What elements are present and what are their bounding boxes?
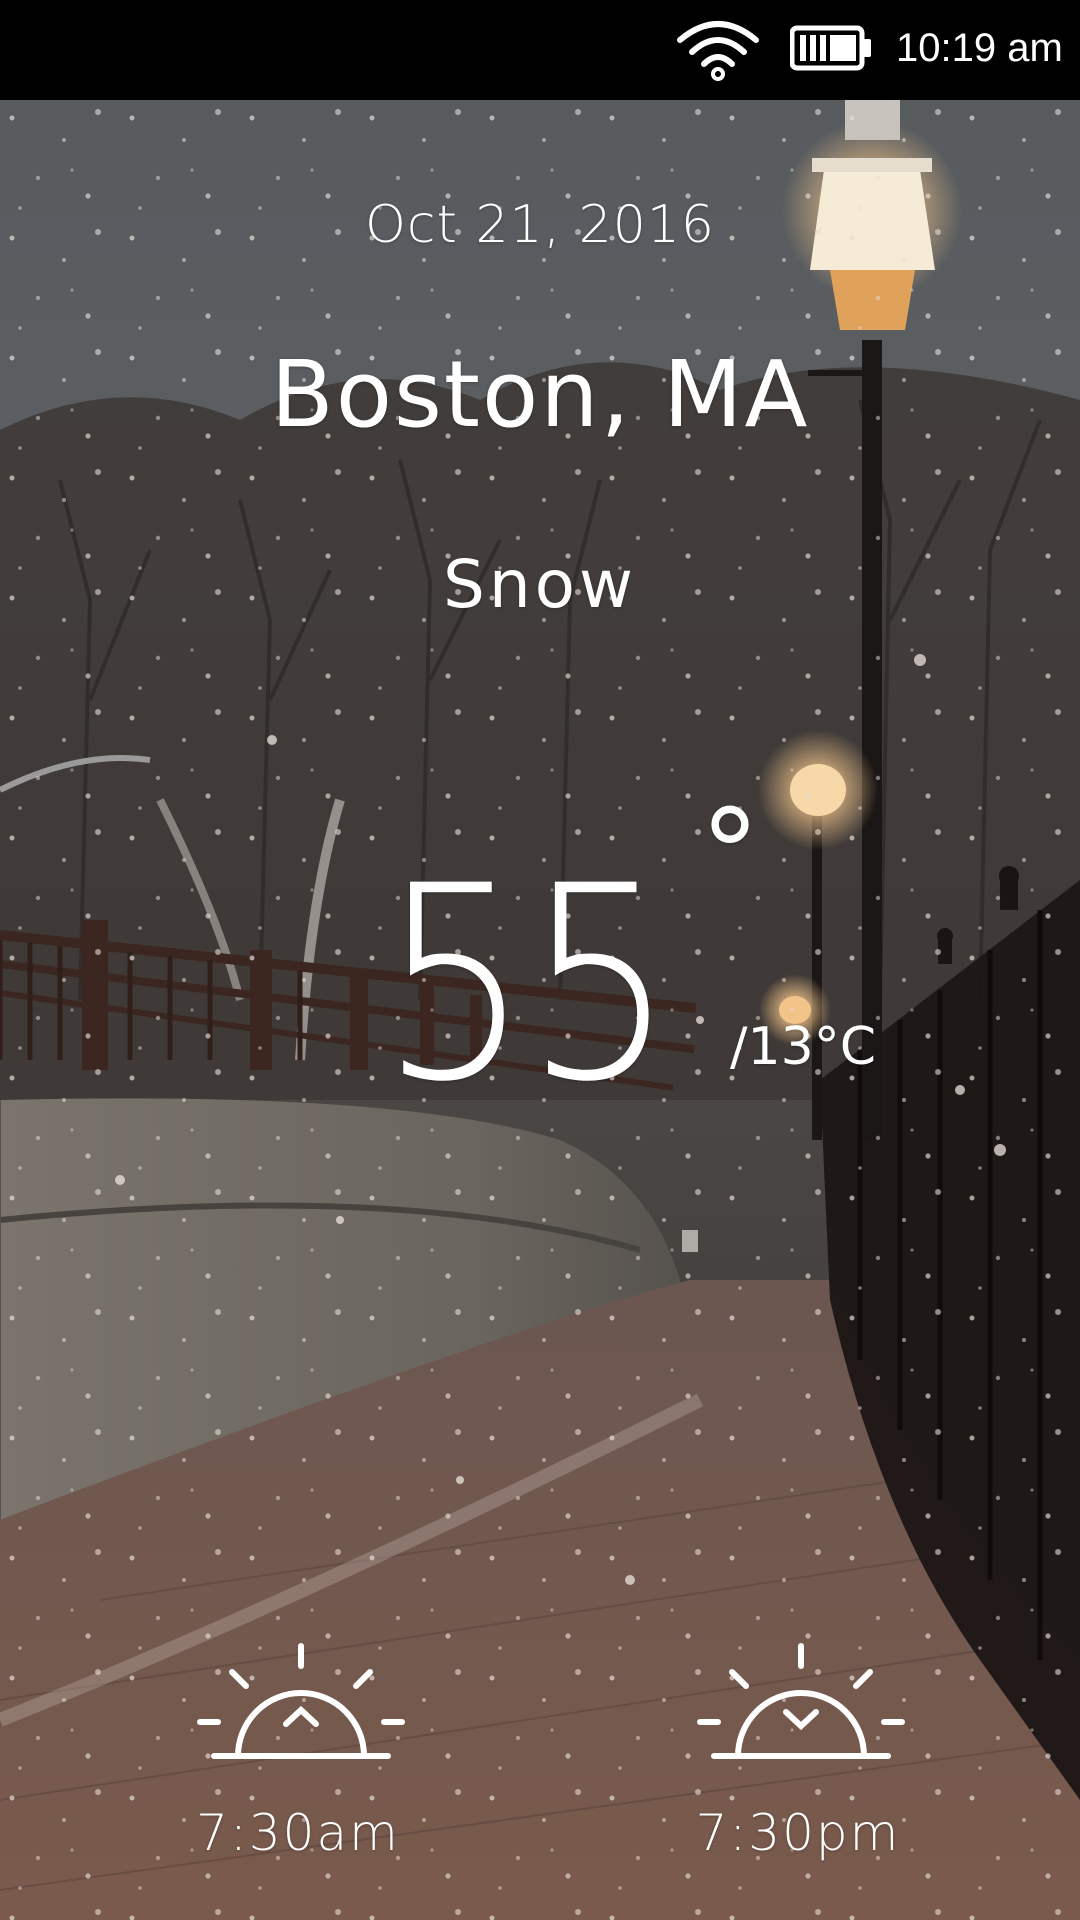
battery-icon — [790, 25, 871, 71]
sunset-time: 7:30pm — [695, 1804, 901, 1862]
sunrise-time: 7:30am — [196, 1804, 400, 1862]
temperature-fahrenheit: 55 — [380, 829, 675, 1141]
wifi-icon — [677, 21, 759, 81]
status-bar: 10:19 am — [0, 0, 1080, 100]
location-label: Boston, MA — [270, 341, 810, 448]
weather-screen: 10:19 am Oct 21, 2016 Boston, MA Snow 55… — [0, 0, 1080, 1920]
condition-label: Snow — [442, 546, 638, 623]
sunrise-icon — [197, 1643, 405, 1759]
degree-symbol: ° — [700, 785, 760, 924]
temperature-celsius: /13°C — [730, 1017, 876, 1077]
sunset-icon — [697, 1643, 905, 1759]
date-label: Oct 21, 2016 — [365, 195, 715, 255]
status-time: 10:19 am — [896, 26, 1063, 70]
